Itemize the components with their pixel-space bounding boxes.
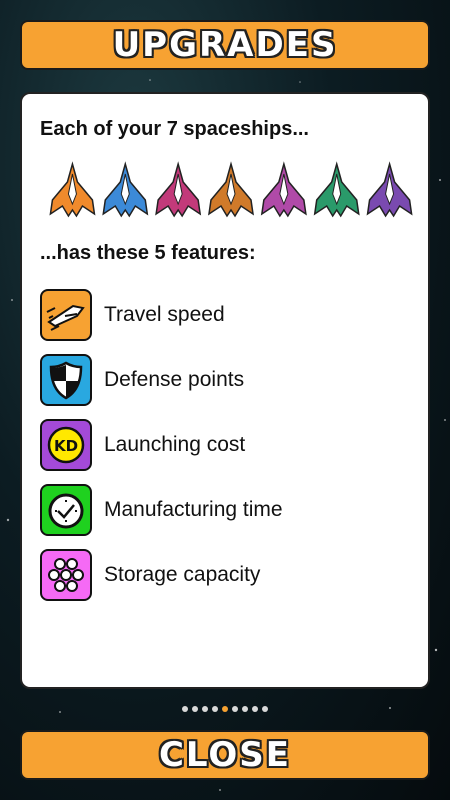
kd-coin-icon: KD xyxy=(40,419,92,471)
feature-label: Manufacturing time xyxy=(104,498,283,521)
page-dot xyxy=(202,706,208,712)
ship-1-icon xyxy=(49,161,96,218)
ships-heading: Each of your 7 spaceships... xyxy=(40,118,309,140)
close-button[interactable]: CLOSE xyxy=(20,730,430,780)
ship-5-icon xyxy=(260,161,307,218)
ship-6-icon xyxy=(313,161,360,218)
features-heading: ...has these 5 features: xyxy=(40,242,256,264)
page-title: UPGRADES xyxy=(112,25,338,65)
svg-text:KD: KD xyxy=(54,437,78,455)
ship-3-icon xyxy=(155,161,202,218)
ship-4-icon xyxy=(208,161,254,218)
feature-row-manufacturing-time: Manufacturing time xyxy=(40,483,283,537)
page-indicator xyxy=(0,706,450,712)
storage-grid-icon xyxy=(40,549,92,601)
feature-label: Storage capacity xyxy=(104,563,261,586)
feature-row-launching-cost: KD Launching cost xyxy=(40,418,245,472)
feature-label: Travel speed xyxy=(104,303,225,326)
page-dot xyxy=(242,706,248,712)
page-dot xyxy=(262,706,268,712)
ship-7-icon xyxy=(366,161,413,218)
title-banner: UPGRADES xyxy=(20,20,430,70)
clock-icon xyxy=(40,484,92,536)
page-dot xyxy=(212,706,218,712)
ship-2-icon xyxy=(102,161,149,218)
page-dot xyxy=(222,706,228,712)
page-dot xyxy=(252,706,258,712)
spaceship-lineup xyxy=(49,161,413,218)
page-dot xyxy=(192,706,198,712)
page-dot xyxy=(232,706,238,712)
close-button-label: CLOSE xyxy=(158,735,292,775)
page-dot xyxy=(182,706,188,712)
feature-row-defense-points: Defense points xyxy=(40,353,244,407)
feature-row-travel-speed: Travel speed xyxy=(40,288,225,342)
feature-label: Defense points xyxy=(104,368,245,391)
upgrades-info-card: Each of your 7 spaceships... ...has thes… xyxy=(20,92,430,689)
feature-row-storage-capacity: Storage capacity xyxy=(40,548,260,602)
feature-label: Launching cost xyxy=(104,433,246,456)
speed-ship-icon xyxy=(40,289,92,341)
shield-icon xyxy=(40,354,92,406)
